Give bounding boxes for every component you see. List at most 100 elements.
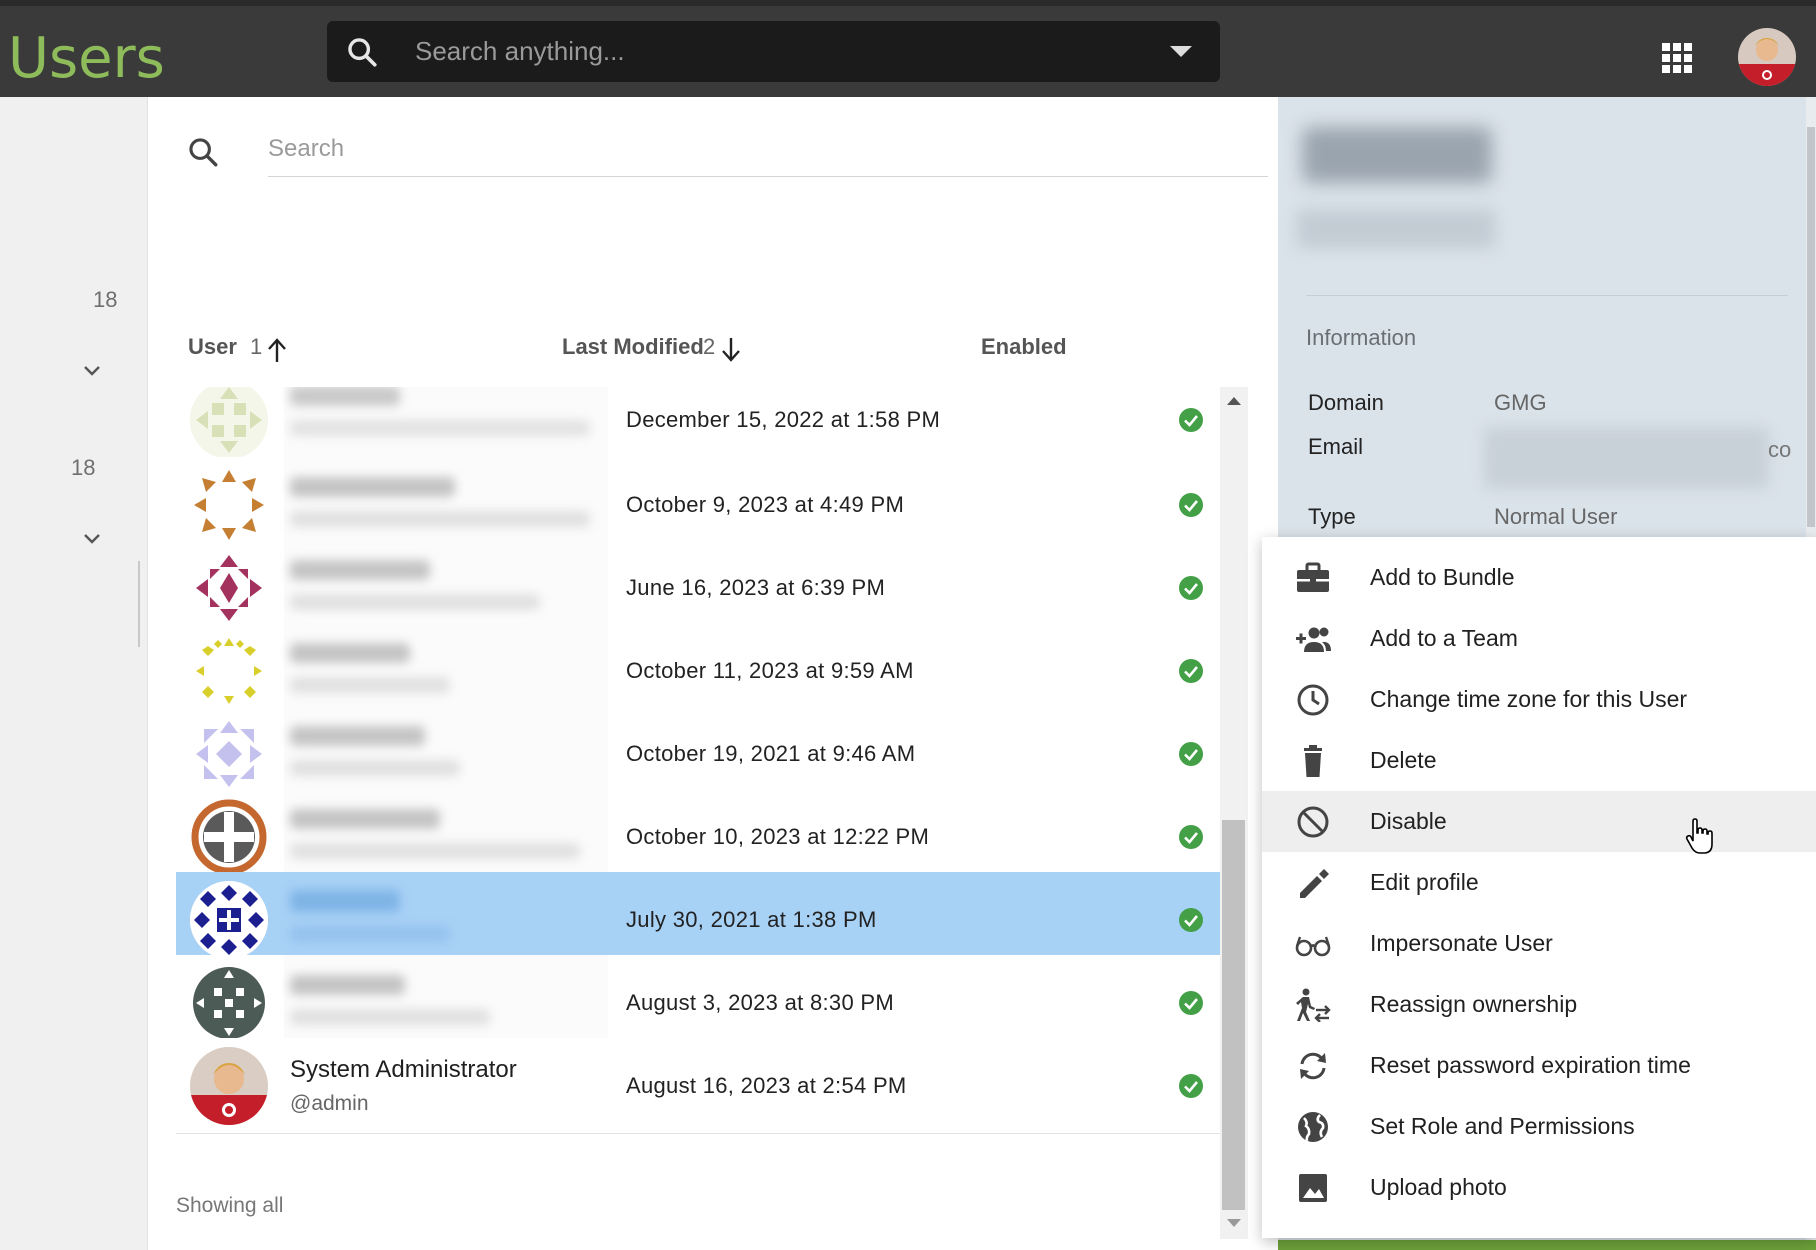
last-modified: December 15, 2022 at 1:58 PM [626,407,941,432]
check-circle-icon [1179,659,1203,683]
menu-item-add-to-team[interactable]: Add to a Team [1262,608,1816,669]
user-avatar [190,881,268,959]
clock-icon [1297,684,1329,716]
user-actions-menu: Add to Bundle Add to a Team Change time … [1262,537,1816,1238]
globe-icon [1298,1112,1328,1142]
table-row[interactable]: October 10, 2023 at 12:22 PM [176,789,1220,885]
last-modified: October 9, 2023 at 4:49 PM [626,492,905,517]
redacted-email [1484,427,1769,489]
rail-divider [138,561,140,647]
walk-transfer-icon [1296,988,1331,1022]
table-row[interactable]: June 16, 2023 at 6:39 PM [176,540,1220,636]
redacted-user-info [284,789,608,884]
user-list-panel: User 1 Last Modified 2 Enabled December … [148,97,1278,1250]
menu-item-label: Edit profile [1370,869,1479,895]
table-row[interactable]: System Administrator @admin August 16, 2… [176,1038,1220,1134]
menu-item-delete[interactable]: Delete [1262,730,1816,791]
scroll-up-arrow-icon[interactable] [1227,397,1241,405]
user-avatar [190,798,268,876]
user-avatar [190,549,268,627]
menu-item-change-time-zone[interactable]: Change time zone for this User [1262,669,1816,730]
briefcase-icon [1297,562,1329,592]
menu-item-label: Reset password expiration time [1370,1052,1691,1078]
menu-item-label: Upload photo [1370,1174,1507,1200]
menu-item-reset-password-expiration[interactable]: Reset password expiration time [1262,1035,1816,1096]
global-search-input[interactable] [415,31,1115,71]
current-user-avatar[interactable] [1738,28,1796,86]
last-modified: October 19, 2021 at 9:46 AM [626,741,916,766]
redacted-user-info [284,540,608,635]
search-icon [348,38,377,67]
last-modified: July 30, 2021 at 1:38 PM [626,907,877,932]
chevron-down-icon[interactable] [82,529,102,549]
table-row[interactable]: August 3, 2023 at 8:30 PM [176,955,1220,1051]
list-search-input[interactable] [268,127,1268,171]
arrow-up-icon[interactable] [265,336,289,364]
redacted-user-subtitle [1296,209,1496,249]
scroll-thumb[interactable] [1222,820,1245,1210]
redacted-user-info [284,457,608,552]
redacted-user-name [1302,127,1492,183]
app-title: Users [8,26,165,91]
table-row[interactable]: October 11, 2023 at 9:59 AM [176,623,1220,719]
check-circle-icon [1179,742,1203,766]
sort-order-badge: 1 [250,334,263,359]
rail-count: 18 [93,287,118,312]
list-search[interactable] [178,127,1268,177]
last-modified: June 16, 2023 at 6:39 PM [626,575,886,600]
menu-item-disable[interactable]: Disable [1262,791,1816,852]
menu-item-upload-photo[interactable]: Upload photo [1262,1157,1816,1218]
type-value: Normal User [1494,504,1618,529]
chevron-down-icon[interactable] [82,361,102,381]
menu-item-set-role-permissions[interactable]: Set Role and Permissions [1262,1096,1816,1157]
menu-item-label: Change time zone for this User [1370,686,1688,712]
table-row[interactable]: October 19, 2021 at 9:46 AM [176,706,1220,802]
rail-count: 18 [71,455,96,480]
menu-item-edit-profile[interactable]: Edit profile [1262,852,1816,913]
block-icon [1297,806,1329,838]
type-label: Type [1308,504,1356,529]
menu-item-label: Set Role and Permissions [1370,1113,1635,1139]
accent-bar [1278,1240,1816,1250]
glasses-icon [1295,936,1331,957]
user-avatar [190,1047,268,1125]
trash-icon [1304,745,1322,777]
user-avatar [190,466,268,544]
menu-item-impersonate-user[interactable]: Impersonate User [1262,913,1816,974]
scroll-down-arrow-icon[interactable] [1227,1219,1241,1227]
user-avatar [190,632,268,710]
table-row[interactable]: December 15, 2022 at 1:58 PM [176,387,1220,468]
table-row-selected[interactable]: July 30, 2021 at 1:38 PM [176,872,1220,968]
user-handle: @admin [290,1092,369,1115]
domain-value: GMG [1494,390,1547,415]
sort-order-badge: 2 [703,334,716,359]
menu-item-reassign-ownership[interactable]: Reassign ownership [1262,974,1816,1035]
last-modified: August 3, 2023 at 8:30 PM [626,990,895,1015]
arrow-down-icon[interactable] [719,336,743,364]
refresh-icon [1300,1052,1326,1080]
column-header-user[interactable]: User [188,322,237,372]
menu-item-label: Impersonate User [1370,930,1553,956]
list-search-field[interactable] [268,127,1268,177]
search-dropdown-caret-icon[interactable] [1170,46,1192,57]
check-circle-icon [1179,493,1203,517]
redacted-user-info [284,955,608,1050]
last-modified: October 10, 2023 at 12:22 PM [626,824,930,849]
global-search-bar[interactable] [327,21,1220,82]
redacted-user-info [284,706,608,801]
group-add-icon [1296,627,1331,652]
check-circle-icon [1179,408,1203,432]
domain-label: Domain [1308,390,1384,415]
list-scrollbar[interactable] [1220,387,1248,1239]
menu-item-label: Add to Bundle [1370,564,1515,590]
menu-item-label: Add to a Team [1370,625,1518,651]
table-row[interactable]: October 9, 2023 at 4:49 PM [176,457,1220,553]
menu-item-label: Delete [1370,747,1437,773]
check-circle-icon [1179,991,1203,1015]
redacted-user-info [284,623,608,718]
left-rail: 18 18 [0,97,148,1250]
column-header-enabled[interactable]: Enabled [981,322,1067,372]
column-header-last-modified[interactable]: Last Modified [562,322,704,372]
apps-grid-icon[interactable] [1662,43,1692,73]
menu-item-add-to-bundle[interactable]: Add to Bundle [1262,547,1816,608]
